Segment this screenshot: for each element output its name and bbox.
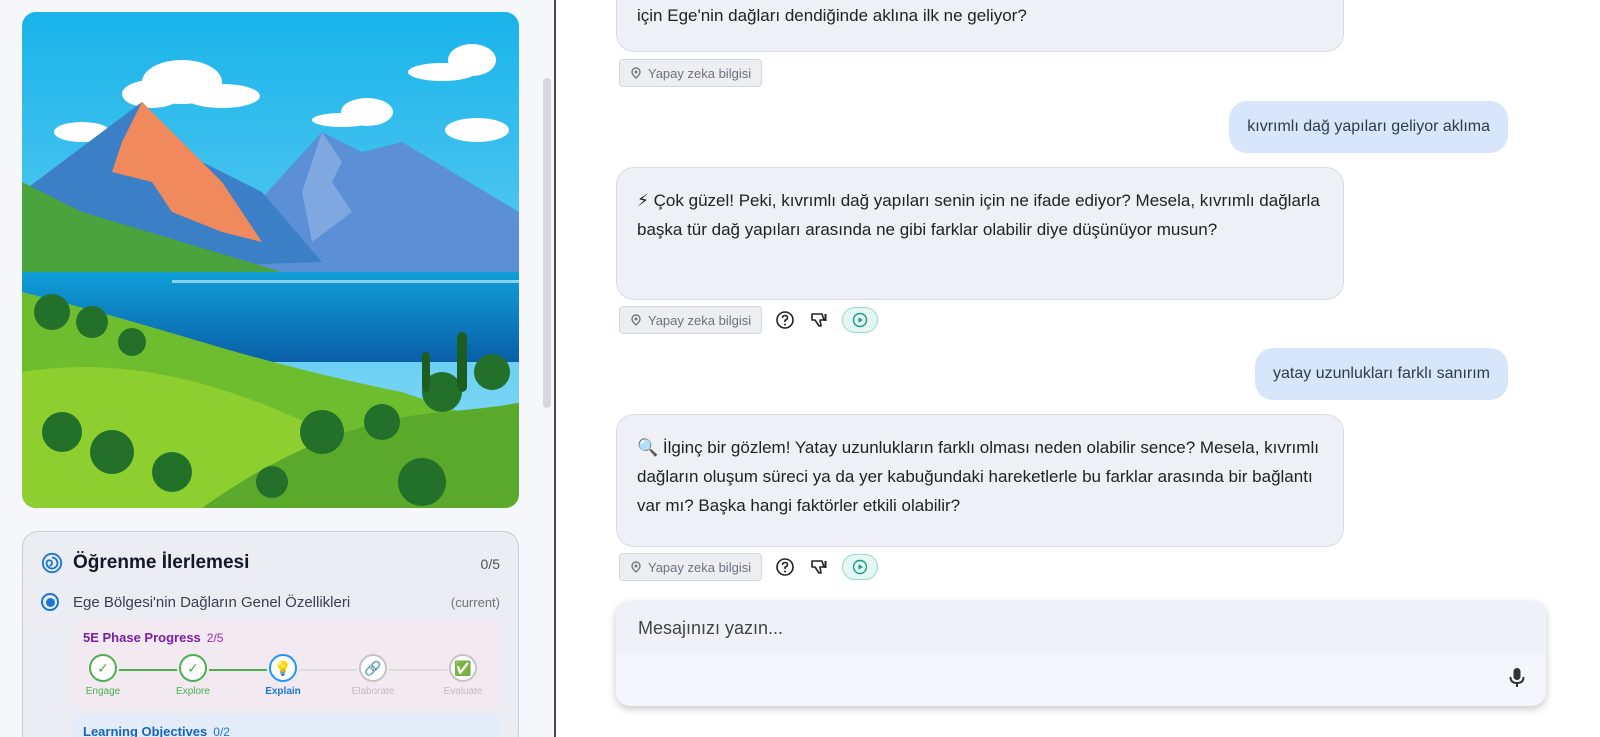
phase-count: 2/5 xyxy=(206,631,224,645)
ai-message-meta: Yapay zeka bilgisi xyxy=(619,306,879,334)
chat-panel: için Ege'nin dağları dendiğinde aklına i… xyxy=(556,0,1600,737)
phase-step-evaluate[interactable]: ✅ Evaluate xyxy=(433,654,493,697)
phase-step-explore[interactable]: ✓ Explore xyxy=(163,654,223,697)
user-message: yatay uzunlukları farklı sanırım xyxy=(1255,348,1508,400)
left-panel-scrollbar[interactable] xyxy=(543,78,551,408)
ai-info-chip[interactable]: Yapay zeka bilgisi xyxy=(619,306,763,334)
play-audio-button[interactable] xyxy=(842,554,879,580)
ai-message: 🔍 İlginç bir gözlem! Yatay uzunlukların … xyxy=(616,414,1344,547)
ai-info-chip[interactable]: Yapay zeka bilgisi xyxy=(619,59,763,87)
ai-message: ⚡ Çok güzel! Peki, kıvrımlı dağ yapıları… xyxy=(616,167,1344,300)
thumbs-down-icon[interactable] xyxy=(808,556,830,578)
user-message-text: kıvrımlı dağ yapıları geliyor aklıma xyxy=(1247,118,1490,135)
topic-item[interactable]: Ege Bölgesi'nin Dağların Genel Özellikle… xyxy=(41,590,500,614)
app: Öğrenme İlerlemesi 0/5 Ege Bölgesi'nin D… xyxy=(0,0,1600,737)
play-icon xyxy=(852,559,868,575)
topic-radio[interactable] xyxy=(41,593,59,611)
phase-step-explain[interactable]: 💡 Explain xyxy=(253,654,313,697)
ai-message-meta: Yapay zeka bilgisi xyxy=(619,553,879,581)
phase-step-label: Elaborate xyxy=(351,686,395,697)
ai-message-text: 🔍 İlginç bir gözlem! Yatay uzunlukların … xyxy=(637,438,1319,515)
message-composer xyxy=(616,601,1546,706)
ai-message: için Ege'nin dağları dendiğinde aklına i… xyxy=(616,0,1344,52)
phase-step-label: Explain xyxy=(265,686,301,697)
topic-current-tag: (current) xyxy=(450,594,500,610)
phase-step-label: Engage xyxy=(85,686,121,697)
microphone-button[interactable] xyxy=(1504,665,1530,691)
objectives-title: Learning Objectives 0/2 xyxy=(83,724,230,737)
check-icon: ✓ xyxy=(179,654,207,682)
progress-header: Öğrenme İlerlemesi xyxy=(41,552,249,574)
phase-progress-title: 5E Phase Progress 2/5 xyxy=(83,630,223,645)
ai-info-chip[interactable]: Yapay zeka bilgisi xyxy=(619,553,763,581)
progress-count: 0/5 xyxy=(480,556,500,572)
phase-step-label: Explore xyxy=(176,686,210,697)
phase-step-engage[interactable]: ✓ Engage xyxy=(73,654,133,697)
play-audio-button[interactable] xyxy=(842,307,879,333)
ai-info-chip-label: Yapay zeka bilgisi xyxy=(648,559,752,575)
ai-message-text: ⚡ Çok güzel! Peki, kıvrımlı dağ yapıları… xyxy=(637,191,1320,239)
progress-spiral-icon xyxy=(41,552,63,574)
ai-info-chip-label: Yapay zeka bilgisi xyxy=(648,65,752,81)
phase-step-elaborate[interactable]: 🔗 Elaborate xyxy=(343,654,403,697)
phase-progress-box: 5E Phase Progress 2/5 ✓ Engage ✓ Explore 💡 Exp… xyxy=(73,620,501,710)
progress-title: Öğrenme İlerlemesi xyxy=(73,552,250,573)
ai-info-icon xyxy=(631,314,641,326)
objectives-count: 0/2 xyxy=(213,725,230,737)
help-question-icon[interactable] xyxy=(774,556,796,578)
ai-info-icon xyxy=(631,67,641,79)
play-icon xyxy=(852,312,868,328)
microphone-icon xyxy=(1509,668,1525,687)
ai-message-text: için Ege'nin dağları dendiğinde aklına i… xyxy=(637,6,1027,25)
user-message-text: yatay uzunlukları farklı sanırım xyxy=(1273,365,1490,382)
ai-message-meta: Yapay zeka bilgisi xyxy=(619,59,763,87)
learning-objectives-box[interactable]: Learning Objectives 0/2 xyxy=(73,714,501,737)
phase-title: 5E Phase Progress xyxy=(83,630,201,645)
left-panel: Öğrenme İlerlemesi 0/5 Ege Bölgesi'nin D… xyxy=(0,0,554,737)
lightbulb-icon: 💡 xyxy=(269,654,297,682)
landscape-illustration xyxy=(22,12,519,508)
link-icon: 🔗 xyxy=(359,654,387,682)
user-message: kıvrımlı dağ yapıları geliyor aklıma xyxy=(1229,101,1508,153)
ai-info-icon xyxy=(631,561,641,573)
thumbs-down-icon[interactable] xyxy=(808,309,830,331)
check-icon: ✓ xyxy=(89,654,117,682)
phase-track: ✓ Engage ✓ Explore 💡 Explain 🔗 Elaborate ✅ Evalua… xyxy=(73,654,501,704)
topic-label: Ege Bölgesi'nin Dağların Genel Özellikle… xyxy=(73,593,351,611)
checkbox-icon: ✅ xyxy=(449,654,477,682)
learning-progress-card: Öğrenme İlerlemesi 0/5 Ege Bölgesi'nin D… xyxy=(22,531,519,737)
message-input[interactable] xyxy=(638,615,1498,641)
ai-info-chip-label: Yapay zeka bilgisi xyxy=(648,312,752,328)
phase-step-label: Evaluate xyxy=(443,686,483,697)
objectives-label: Learning Objectives xyxy=(83,724,208,737)
help-question-icon[interactable] xyxy=(774,309,796,331)
